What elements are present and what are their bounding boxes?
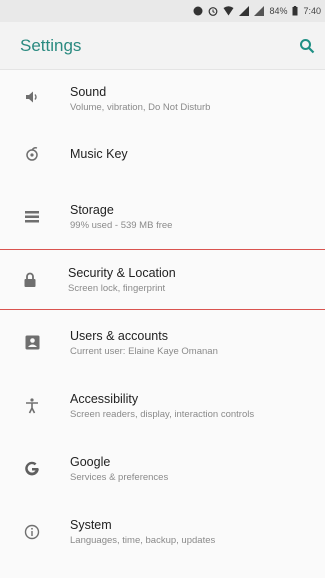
item-subtitle: Languages, time, backup, updates bbox=[70, 534, 216, 546]
item-subtitle: 99% used - 539 MB free bbox=[70, 219, 173, 231]
status-bar: 84% 7:40 bbox=[0, 0, 325, 22]
alarm-icon bbox=[208, 6, 218, 16]
item-subtitle: Services & preferences bbox=[70, 471, 169, 483]
settings-item-security-location[interactable]: Security & Location Screen lock, fingerp… bbox=[0, 248, 325, 311]
item-label: Accessibility bbox=[70, 391, 139, 406]
person-card-icon bbox=[20, 331, 44, 355]
item-subtitle: Current user: Elaine Kaye Omanan bbox=[70, 345, 218, 357]
info-icon bbox=[20, 520, 44, 544]
lock-icon bbox=[18, 268, 42, 292]
item-label: Security & Location bbox=[68, 265, 176, 280]
page-title: Settings bbox=[20, 35, 82, 55]
storage-icon bbox=[20, 205, 44, 229]
signal-icon bbox=[239, 6, 250, 16]
clock-time: 7:40 bbox=[303, 6, 321, 16]
item-subtitle: Screen readers, display, interaction con… bbox=[70, 408, 255, 420]
music-key-icon bbox=[20, 142, 44, 166]
item-label: Users & accounts bbox=[70, 328, 168, 343]
settings-list: Sound Volume, vibration, Do Not Disturb … bbox=[0, 70, 325, 563]
item-label: Google bbox=[70, 454, 111, 469]
item-label: Storage bbox=[70, 202, 114, 217]
settings-item-accessibility[interactable]: Accessibility Screen readers, display, i… bbox=[0, 374, 325, 437]
battery-icon bbox=[292, 6, 298, 16]
battery-percent: 84% bbox=[269, 6, 288, 16]
settings-item-sound[interactable]: Sound Volume, vibration, Do Not Disturb bbox=[0, 70, 325, 122]
google-icon bbox=[20, 457, 44, 481]
item-subtitle: Screen lock, fingerprint bbox=[68, 282, 166, 294]
item-subtitle: Volume, vibration, Do Not Disturb bbox=[70, 102, 211, 113]
settings-item-storage[interactable]: Storage 99% used - 539 MB free bbox=[0, 185, 325, 248]
settings-item-users-accounts[interactable]: Users & accounts Current user: Elaine Ka… bbox=[0, 311, 325, 374]
volume-icon bbox=[20, 85, 44, 109]
record-icon bbox=[193, 6, 203, 16]
signal-icon-2 bbox=[254, 6, 265, 16]
item-label: Music Key bbox=[70, 146, 128, 161]
search-icon[interactable] bbox=[295, 34, 319, 58]
settings-item-music-key[interactable]: Music Key bbox=[0, 122, 325, 185]
toolbar: Settings bbox=[0, 22, 325, 70]
wifi-icon bbox=[223, 6, 234, 16]
accessibility-icon bbox=[20, 394, 44, 418]
settings-item-google[interactable]: Google Services & preferences bbox=[0, 437, 325, 500]
item-label: Sound bbox=[70, 85, 107, 99]
settings-item-system[interactable]: System Languages, time, backup, updates bbox=[0, 500, 325, 563]
item-label: System bbox=[70, 517, 112, 532]
